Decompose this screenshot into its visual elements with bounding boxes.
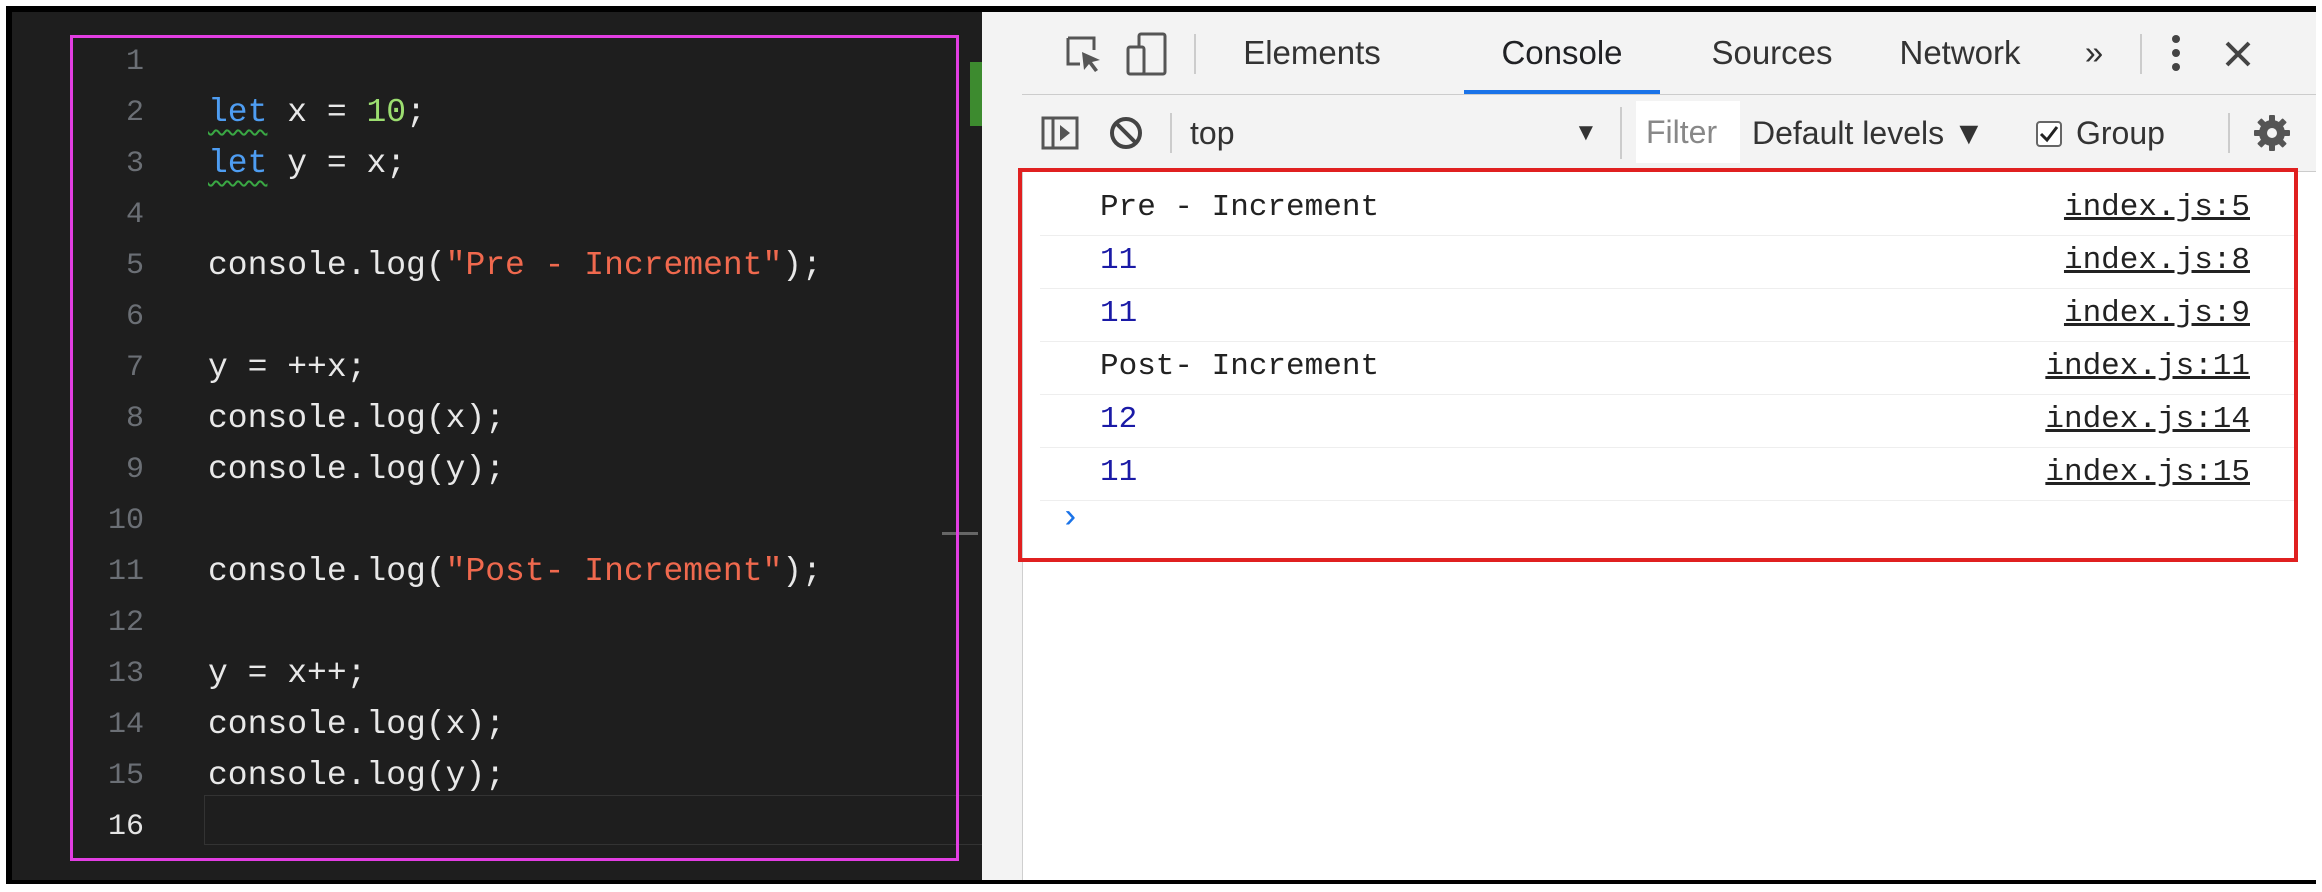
devtools-tab-bar: Elements Console Sources Network » xyxy=(1022,12,2316,95)
code-editor[interactable]: 1 2 let x = 10; 3 let y = x; 4 5 console.log("P… xyxy=(12,12,982,880)
context-dropdown-arrow[interactable]: ▼ xyxy=(1574,95,1598,171)
console-toolbar: top ▼ Filter Default levels ▼ Group xyxy=(1022,95,2316,172)
tab-console[interactable]: Console xyxy=(1464,12,1660,94)
filter-placeholder: Filter xyxy=(1646,114,1718,150)
devtools-left-edge xyxy=(982,12,1023,880)
toolbar-divider xyxy=(2228,113,2230,153)
active-tab-indicator xyxy=(1464,90,1660,94)
device-toolbar-icon[interactable] xyxy=(1124,30,1170,78)
inspect-element-icon[interactable] xyxy=(1062,32,1106,76)
sidebar-toggle-icon[interactable] xyxy=(1038,113,1082,153)
filter-input[interactable]: Filter xyxy=(1636,101,1740,163)
tab-sources[interactable]: Sources xyxy=(1688,12,1856,94)
settings-gear-icon[interactable] xyxy=(2250,111,2294,155)
tab-network[interactable]: Network xyxy=(1880,12,2040,94)
toolbar-divider xyxy=(2140,34,2142,74)
toolbar-divider xyxy=(1620,107,1622,159)
more-tabs-button[interactable]: » xyxy=(2064,12,2124,94)
group-checkbox[interactable] xyxy=(2034,119,2064,149)
kebab-menu-icon[interactable] xyxy=(2156,30,2196,76)
log-levels-dropdown[interactable]: Default levels ▼ xyxy=(1752,95,1985,171)
console-highlight-box xyxy=(1018,168,2298,562)
context-selector[interactable]: top xyxy=(1190,95,1234,171)
clear-console-icon[interactable] xyxy=(1104,113,1148,153)
toolbar-divider xyxy=(1194,34,1196,74)
toolbar-divider xyxy=(1170,113,1172,153)
scrollbar-marker xyxy=(970,62,982,126)
group-label: Group xyxy=(2076,115,2165,151)
editor-highlight-box xyxy=(70,35,959,861)
tab-elements[interactable]: Elements xyxy=(1216,12,1408,94)
close-icon[interactable] xyxy=(2216,32,2260,76)
